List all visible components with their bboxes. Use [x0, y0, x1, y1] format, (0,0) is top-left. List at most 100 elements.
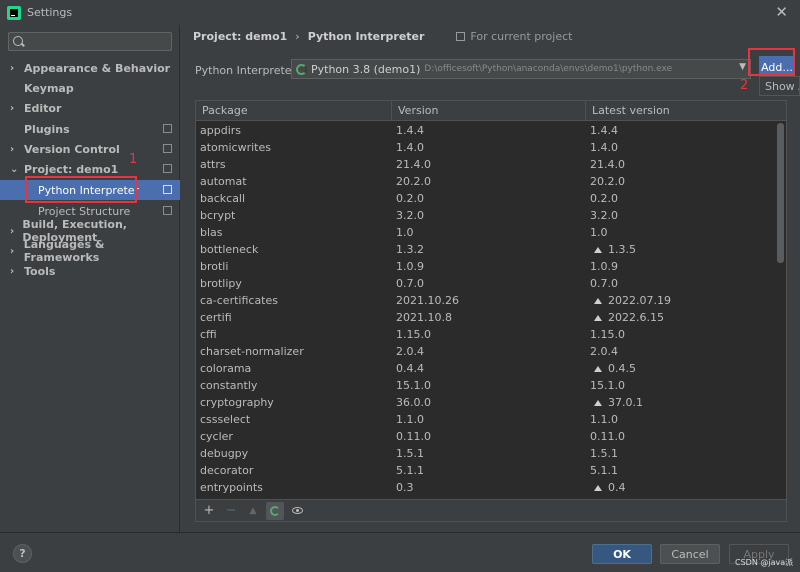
- latest-version-text: 0.11.0: [590, 430, 625, 443]
- table-row[interactable]: backcall 0.2.0 0.2.0: [196, 190, 776, 207]
- latest-version-text: 20.2.0: [590, 175, 625, 188]
- latest-version-text: 1.1.0: [590, 413, 618, 426]
- refresh-button[interactable]: [266, 501, 284, 520]
- table-row[interactable]: bottleneck 1.3.2 1.3.5: [196, 241, 776, 258]
- table-row[interactable]: brotlipy 0.7.0 0.7.0: [196, 275, 776, 292]
- project-scope-icon: [163, 164, 172, 173]
- chevron-down-icon: ⌄: [10, 163, 19, 175]
- cancel-button[interactable]: Cancel: [660, 544, 720, 564]
- table-row[interactable]: appdirs 1.4.4 1.4.4: [196, 122, 776, 139]
- sidebar-item-editor[interactable]: › Editor: [0, 98, 180, 118]
- sidebar-item-appearance[interactable]: › Appearance & Behavior: [0, 58, 180, 78]
- table-body: appdirs 1.4.4 1.4.4 atomicwrites 1.4.0 1.4.0 a…: [196, 122, 776, 496]
- packages-table: Package Version Latest version appdirs 1.…: [195, 100, 787, 522]
- ok-button[interactable]: OK: [592, 544, 652, 564]
- for-current-project-note: For current project: [456, 30, 572, 43]
- package-latest-version: 0.7.0: [586, 275, 776, 292]
- table-scrollbar[interactable]: [777, 123, 784, 263]
- table-row[interactable]: colorama 0.4.4 0.4.5: [196, 360, 776, 377]
- package-latest-version: 0.11.0: [586, 428, 776, 445]
- upgrade-available-icon: [594, 365, 602, 372]
- search-icon: [13, 36, 23, 46]
- search-input[interactable]: [8, 32, 172, 51]
- package-latest-version: 1.5.1: [586, 445, 776, 462]
- package-version: 36.0.0: [396, 396, 431, 409]
- chevron-right-icon: ›: [10, 102, 15, 114]
- package-name: ca-certificates: [200, 294, 278, 307]
- window-title: Settings: [27, 6, 73, 19]
- table-row[interactable]: ca-certificates 2021.10.26 2022.07.19: [196, 292, 776, 309]
- project-scope-icon: [163, 124, 172, 133]
- column-header-latest[interactable]: Latest version: [586, 101, 786, 121]
- sidebar-item-label: Editor: [24, 101, 62, 115]
- column-header-version[interactable]: Version: [392, 101, 586, 121]
- settings-content: Project: demo1 › Python Interpreter For …: [181, 25, 800, 532]
- package-version: 2021.10.26: [396, 294, 459, 307]
- table-row[interactable]: debugpy 1.5.1 1.5.1: [196, 445, 776, 462]
- table-row[interactable]: entrypoints 0.3 0.4: [196, 479, 776, 496]
- show-all-button[interactable]: Show All...: [759, 76, 800, 96]
- breadcrumb-separator: ›: [295, 30, 300, 43]
- table-row[interactable]: decorator 5.1.1 5.1.1: [196, 462, 776, 479]
- chevron-right-icon: ›: [10, 62, 15, 74]
- package-name: bcrypt: [200, 209, 236, 222]
- interpreter-label: Python Interpreter:: [195, 64, 300, 77]
- table-row[interactable]: attrs 21.4.0 21.4.0: [196, 156, 776, 173]
- table-row[interactable]: constantly 15.1.0 15.1.0: [196, 377, 776, 394]
- package-version: 1.1.0: [396, 413, 424, 426]
- add-package-button[interactable]: +: [200, 502, 218, 520]
- sidebar-item-keymap[interactable]: Keymap: [0, 78, 180, 98]
- package-name: blas: [200, 226, 223, 239]
- sidebar-item-plugins[interactable]: Plugins: [0, 119, 180, 139]
- annotation-marker-2: 2: [740, 78, 749, 93]
- table-row[interactable]: automat 20.2.0 20.2.0: [196, 173, 776, 190]
- package-name: colorama: [200, 362, 252, 375]
- table-row[interactable]: charset-normalizer 2.0.4 2.0.4: [196, 343, 776, 360]
- chevron-right-icon: ›: [10, 143, 15, 155]
- table-row[interactable]: atomicwrites 1.4.0 1.4.0: [196, 139, 776, 156]
- table-row[interactable]: bcrypt 3.2.0 3.2.0: [196, 207, 776, 224]
- latest-version-text: 5.1.1: [590, 464, 618, 477]
- package-latest-version: 1.4.0: [586, 139, 776, 156]
- package-name: charset-normalizer: [200, 345, 304, 358]
- table-row[interactable]: cffi 1.15.0 1.15.0: [196, 326, 776, 343]
- sidebar-item-tools[interactable]: › Tools: [0, 261, 180, 281]
- package-version: 1.5.1: [396, 447, 424, 460]
- chevron-down-icon: ▼: [739, 62, 746, 72]
- table-row[interactable]: cssselect 1.1.0 1.1.0: [196, 411, 776, 428]
- sidebar-item-version-control[interactable]: › Version Control: [0, 139, 180, 159]
- show-early-releases-button[interactable]: [288, 502, 306, 520]
- interpreter-select[interactable]: Python 3.8 (demo1) D:\officesoft\Python\…: [291, 59, 751, 79]
- package-version: 0.2.0: [396, 192, 424, 205]
- project-scope-icon: [163, 206, 172, 215]
- package-name: cryptography: [200, 396, 274, 409]
- packages-toolbar: + − ▲: [196, 499, 786, 521]
- column-header-package[interactable]: Package: [196, 101, 392, 121]
- refresh-spinner-icon: [270, 505, 280, 516]
- project-scope-icon: [456, 32, 466, 41]
- package-latest-version: 15.1.0: [586, 377, 776, 394]
- interpreter-path: D:\officesoft\Python\anaconda\envs\demo1…: [424, 64, 673, 74]
- table-row[interactable]: brotli 1.0.9 1.0.9: [196, 258, 776, 275]
- chevron-right-icon: ›: [10, 245, 15, 257]
- latest-version-text: 37.0.1: [608, 396, 643, 409]
- table-row[interactable]: cryptography 36.0.0 37.0.1: [196, 394, 776, 411]
- table-row[interactable]: cycler 0.11.0 0.11.0: [196, 428, 776, 445]
- help-button[interactable]: ?: [13, 544, 32, 563]
- remove-package-button[interactable]: −: [222, 502, 240, 520]
- upgrade-package-button[interactable]: ▲: [244, 502, 262, 520]
- package-version: 0.11.0: [396, 430, 431, 443]
- close-icon[interactable]: ✕: [775, 3, 788, 21]
- package-version: 5.1.1: [396, 464, 424, 477]
- package-latest-version: 37.0.1: [586, 394, 776, 411]
- package-version: 1.15.0: [396, 328, 431, 341]
- table-row[interactable]: blas 1.0 1.0: [196, 224, 776, 241]
- breadcrumb-project: Project: demo1: [193, 30, 288, 43]
- annotation-highlight-box: [748, 48, 795, 76]
- latest-version-text: 3.2.0: [590, 209, 618, 222]
- table-row[interactable]: certifi 2021.10.8 2022.6.15: [196, 309, 776, 326]
- package-latest-version: 2.0.4: [586, 343, 776, 360]
- sidebar-item-languages[interactable]: › Languages & Frameworks: [0, 238, 180, 264]
- for-current-project-label: For current project: [470, 30, 573, 43]
- package-version: 0.4.4: [396, 362, 424, 375]
